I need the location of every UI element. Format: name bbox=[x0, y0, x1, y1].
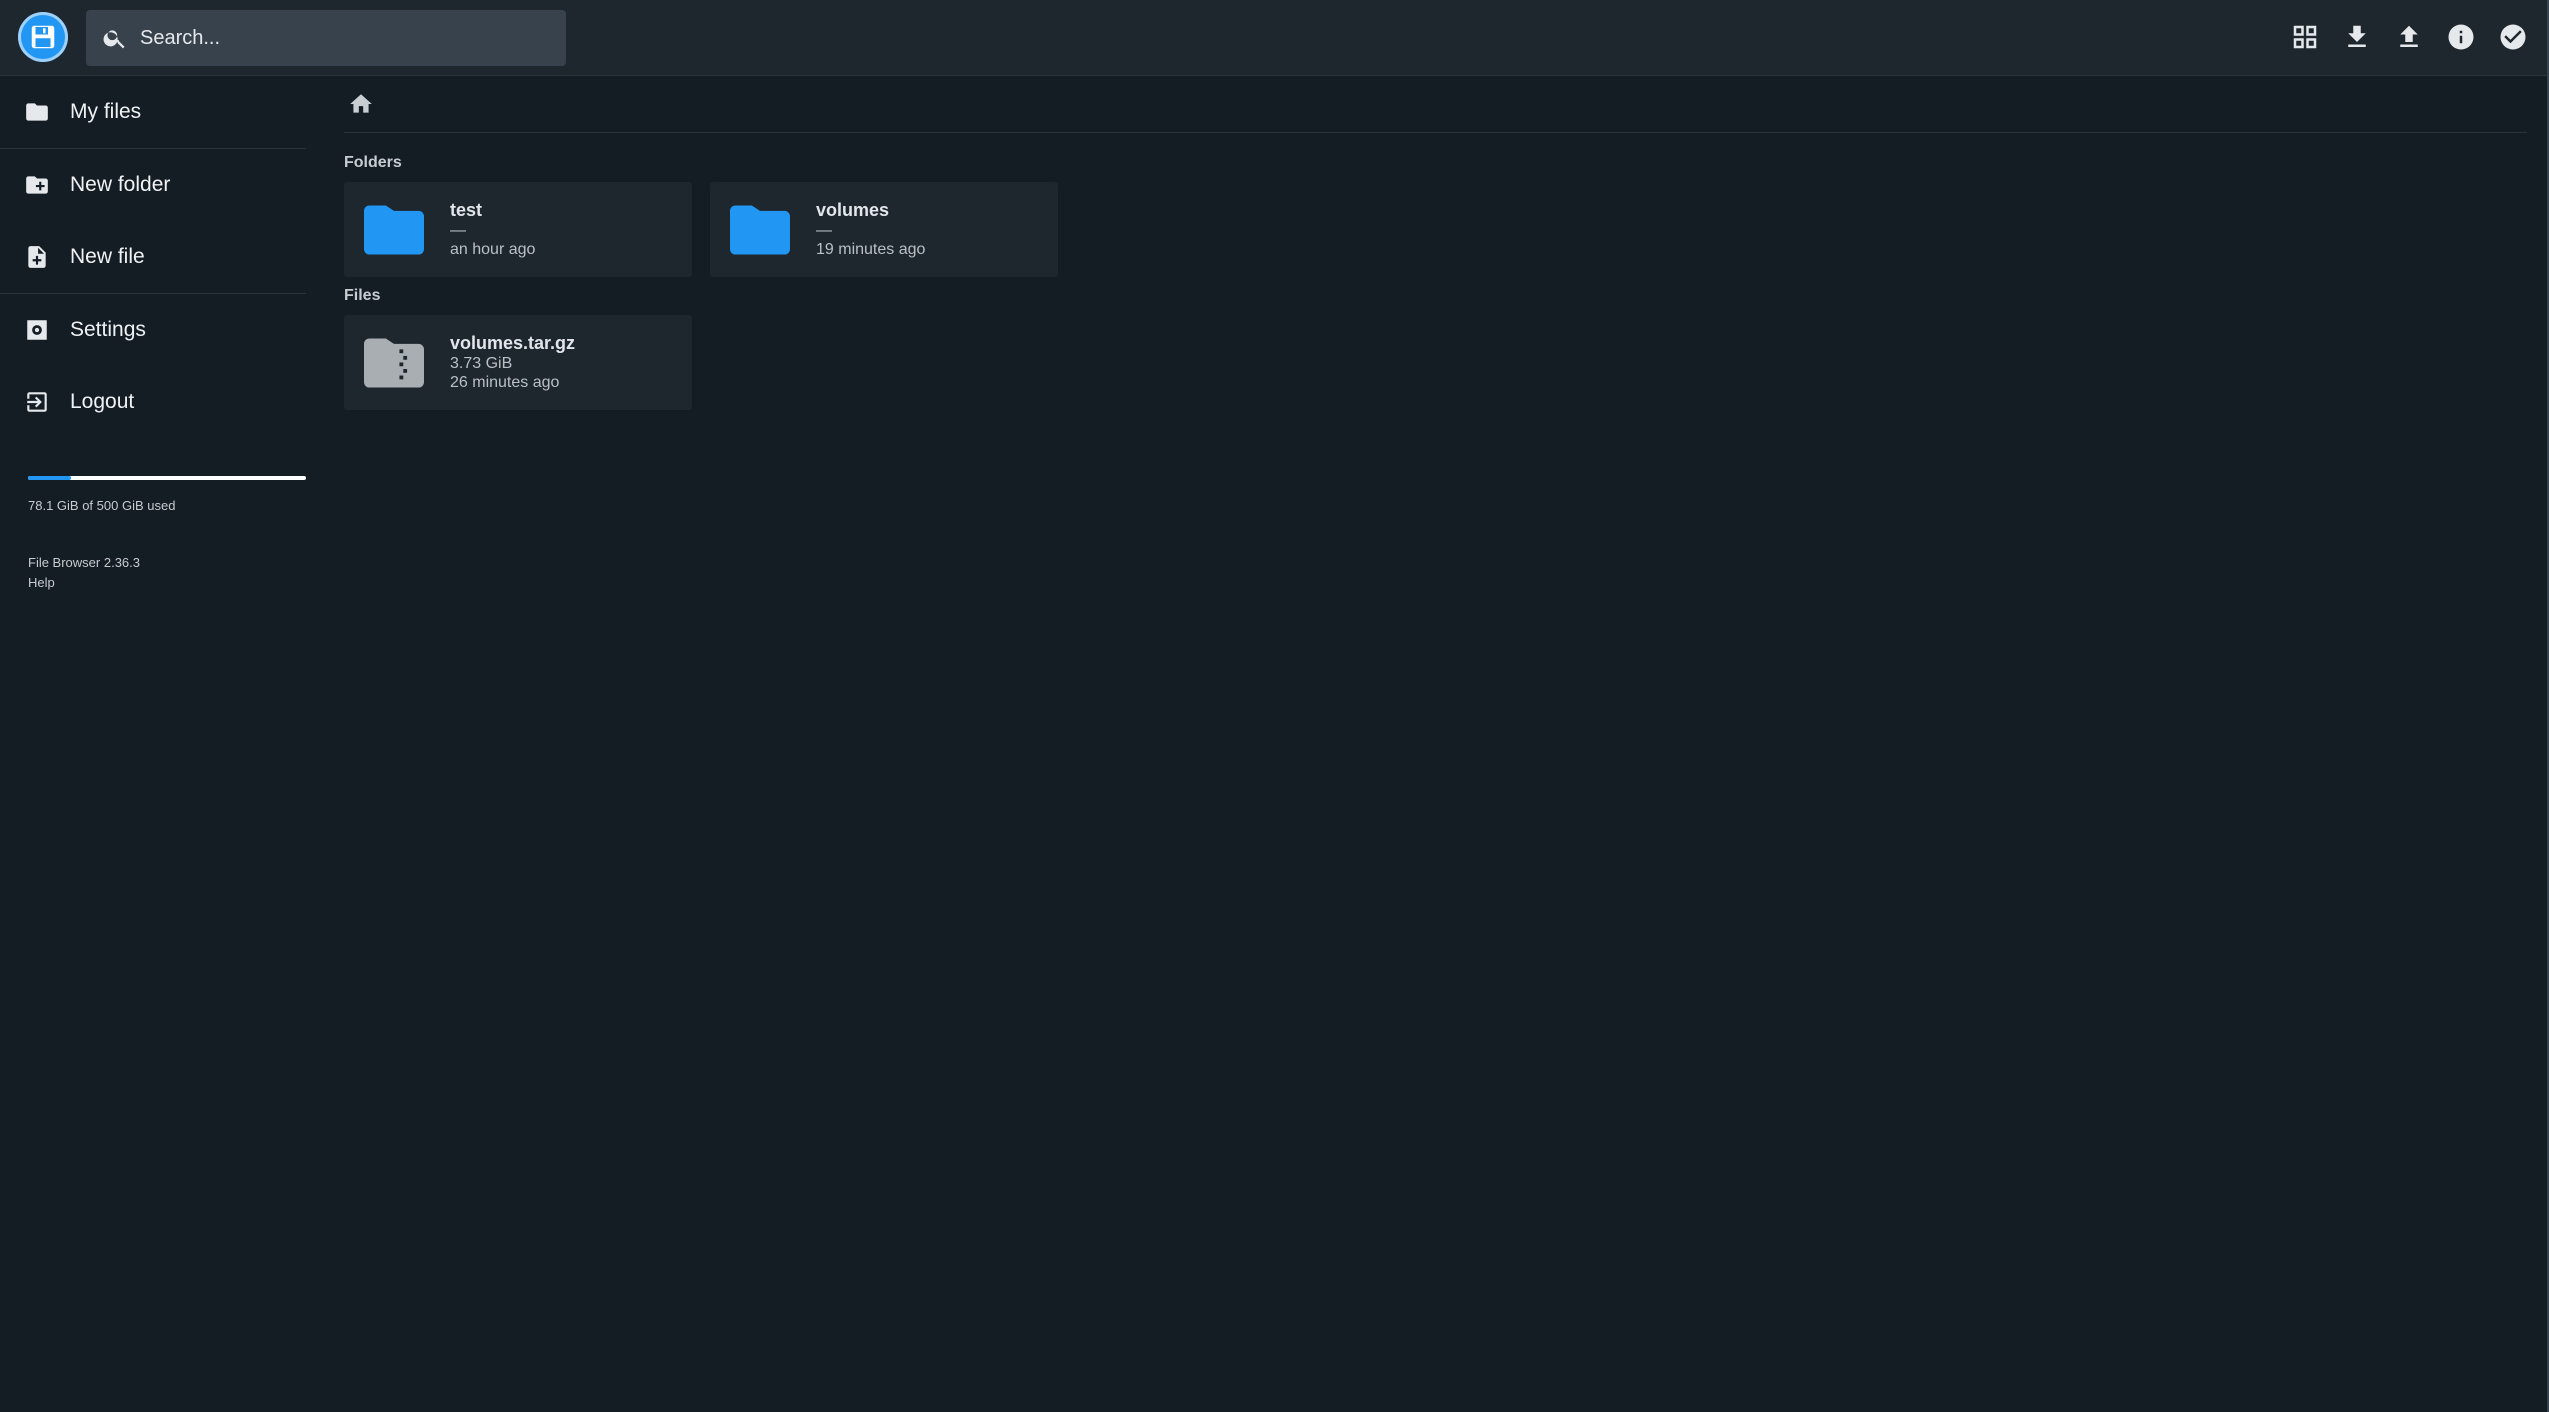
file-listing: Folders test — an hour ago volumes — 19 … bbox=[344, 76, 2527, 410]
folder-icon bbox=[730, 204, 790, 255]
credits: File Browser 2.36.3 Help bbox=[28, 553, 306, 593]
view-toggle-button[interactable] bbox=[2289, 18, 2321, 56]
item-modified: 26 minutes ago bbox=[450, 374, 560, 391]
app-logo[interactable] bbox=[18, 12, 68, 62]
view-grid-icon bbox=[2293, 25, 2317, 49]
select-check-icon bbox=[2500, 24, 2526, 50]
item-size: 3.73 GiB bbox=[450, 355, 513, 372]
sidebar-item-label: Settings bbox=[70, 318, 146, 341]
folder-icon bbox=[364, 204, 424, 255]
folder-item[interactable]: test — an hour ago bbox=[344, 182, 692, 277]
upload-button[interactable] bbox=[2393, 18, 2425, 56]
upload-icon bbox=[2400, 25, 2418, 47]
sidebar-item-label: My files bbox=[70, 100, 142, 123]
logout-icon bbox=[27, 392, 47, 412]
file-item[interactable]: volumes.tar.gz 3.73 GiB 26 minutes ago bbox=[344, 315, 692, 410]
search-icon bbox=[103, 30, 125, 49]
header-actions bbox=[2289, 18, 2529, 56]
item-name: test bbox=[450, 200, 483, 220]
files-grid: volumes.tar.gz 3.73 GiB 26 minutes ago bbox=[344, 315, 2527, 410]
sidebar-item-logout[interactable]: Logout bbox=[0, 366, 306, 438]
select-button[interactable] bbox=[2497, 18, 2529, 56]
files-heading: Files bbox=[344, 287, 381, 304]
sidebar-item-settings[interactable]: Settings bbox=[0, 294, 306, 366]
search-box[interactable] bbox=[86, 10, 566, 66]
item-name: volumes.tar.gz bbox=[450, 333, 576, 353]
item-size: — bbox=[816, 222, 832, 239]
search-input[interactable] bbox=[138, 25, 542, 51]
home-icon[interactable] bbox=[348, 91, 374, 117]
folder-item[interactable]: volumes — 19 minutes ago bbox=[710, 182, 1058, 277]
item-size: — bbox=[450, 222, 466, 239]
quota-progress-bar bbox=[28, 476, 306, 480]
top-bar bbox=[0, 0, 2547, 76]
sidebar-item-new-folder[interactable]: New folder bbox=[0, 149, 306, 221]
new-file-icon bbox=[28, 246, 46, 268]
help-link[interactable]: Help bbox=[28, 573, 306, 593]
item-modified: an hour ago bbox=[450, 241, 536, 258]
quota-progress-fill bbox=[28, 476, 72, 480]
sidebar: My files New folder New file Settings Lo… bbox=[0, 76, 306, 593]
new-folder-icon bbox=[26, 176, 48, 194]
floppy-disk-icon bbox=[31, 25, 55, 49]
sidebar-item-new-file[interactable]: New file bbox=[0, 221, 306, 293]
folders-grid: test — an hour ago volumes — 19 minutes … bbox=[344, 182, 2527, 277]
settings-icon bbox=[27, 320, 47, 340]
version-link[interactable]: File Browser 2.36.3 bbox=[28, 553, 306, 573]
info-button[interactable] bbox=[2445, 18, 2477, 56]
breadcrumb bbox=[344, 76, 2527, 133]
item-modified: 19 minutes ago bbox=[816, 241, 926, 258]
folders-heading: Folders bbox=[344, 154, 402, 171]
info-icon bbox=[2448, 24, 2474, 50]
sidebar-item-label: New file bbox=[70, 245, 145, 268]
archive-icon bbox=[364, 337, 424, 388]
sidebar-item-label: Logout bbox=[70, 390, 135, 413]
sidebar-item-my-files[interactable]: My files bbox=[0, 76, 306, 148]
download-icon bbox=[2348, 25, 2366, 47]
download-button[interactable] bbox=[2341, 18, 2373, 56]
folder-icon bbox=[26, 103, 48, 121]
quota-text: 78.1 GiB of 500 GiB used bbox=[28, 498, 176, 513]
item-name: volumes bbox=[816, 200, 890, 220]
storage-quota: 78.1 GiB of 500 GiB used bbox=[28, 476, 306, 513]
sidebar-item-label: New folder bbox=[70, 173, 171, 196]
